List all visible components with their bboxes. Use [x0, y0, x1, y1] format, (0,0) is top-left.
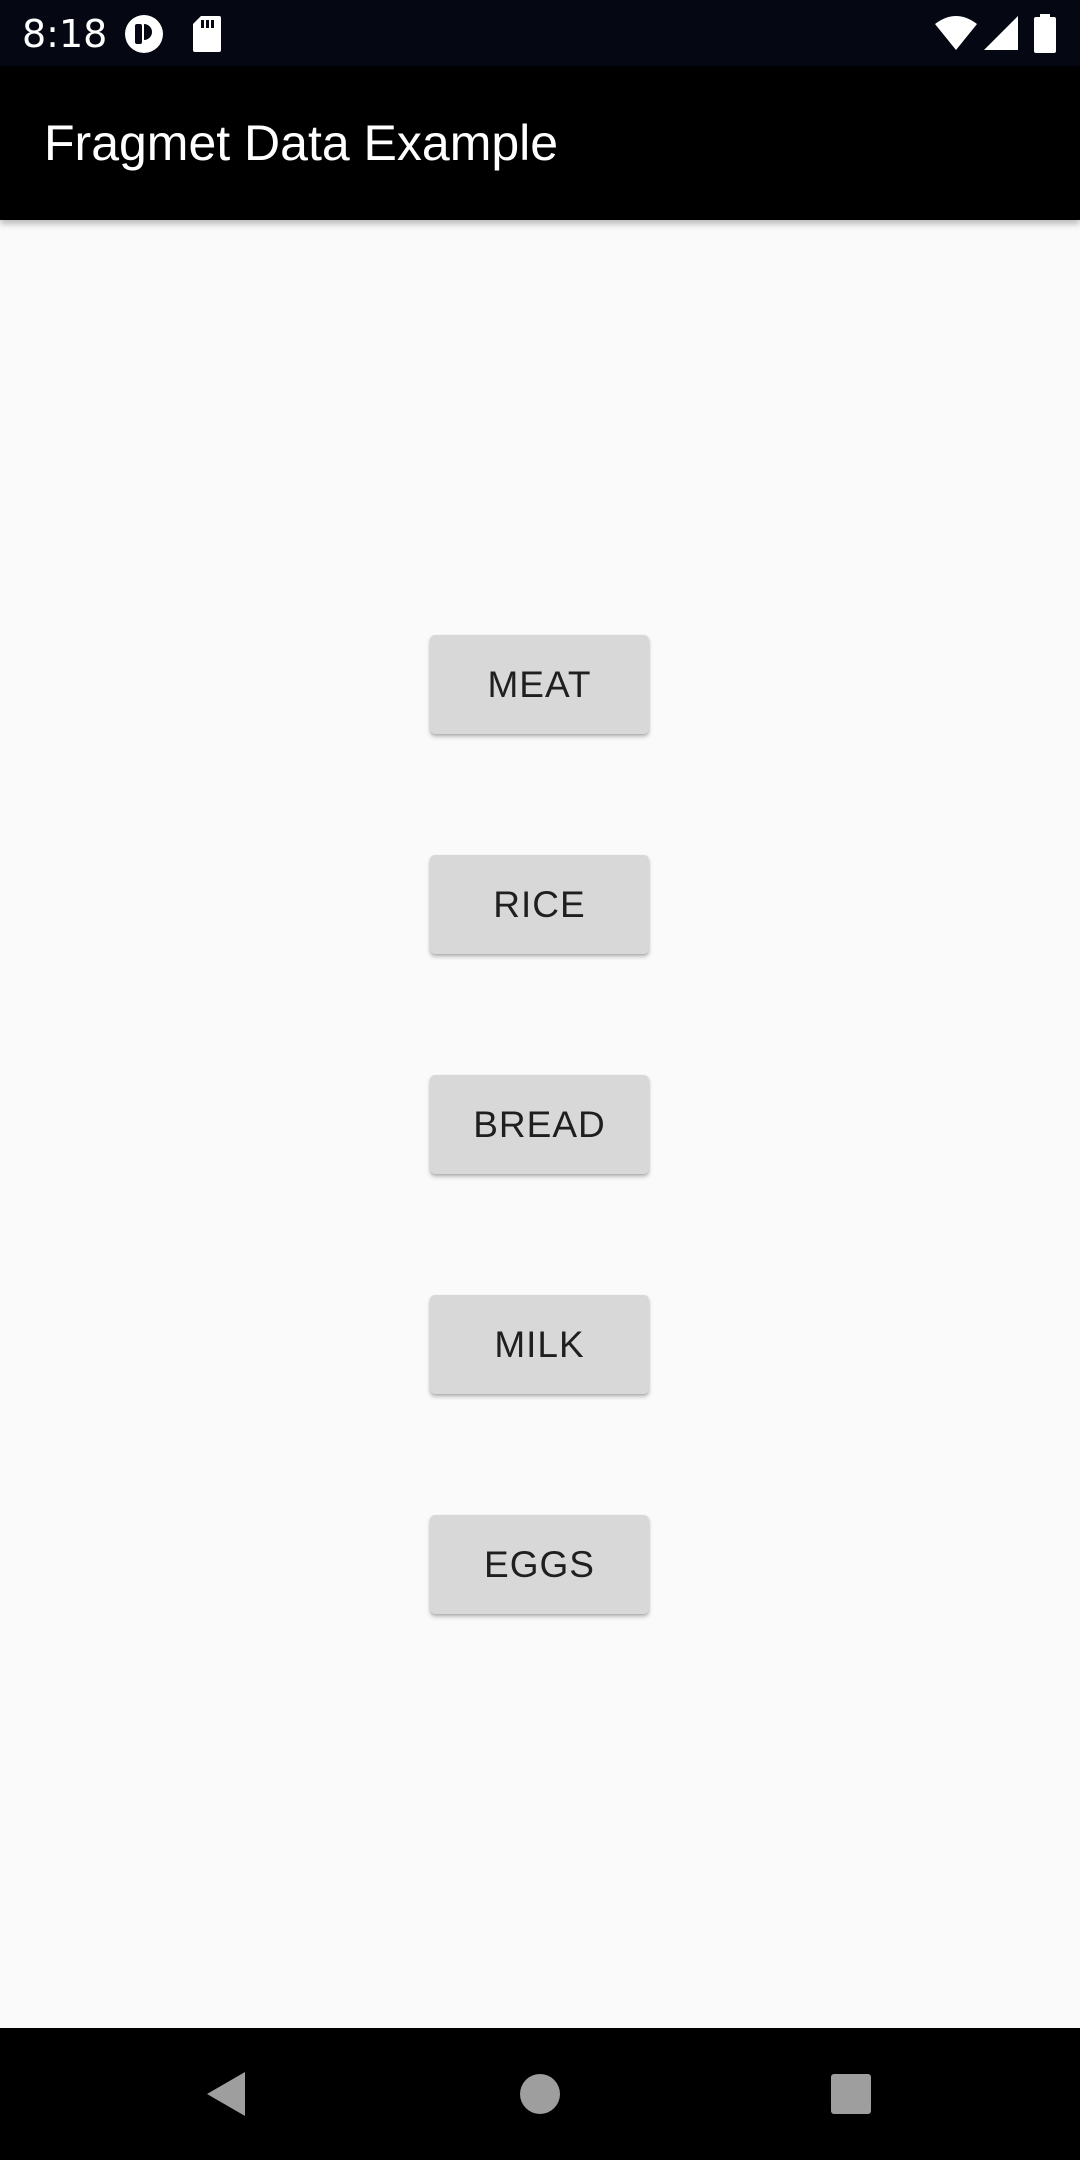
cell-signal-icon: [984, 16, 1018, 50]
eggs-button[interactable]: EGGS: [430, 1515, 649, 1614]
status-bar: 8:18: [0, 0, 1080, 66]
back-button[interactable]: [196, 2064, 256, 2124]
recents-icon: [831, 2074, 871, 2114]
sd-card-icon: [193, 16, 221, 52]
home-icon: [520, 2074, 560, 2114]
content-area: MEAT RICE BREAD MILK EGGS: [0, 220, 1080, 2028]
status-time: 8:18: [22, 12, 108, 56]
home-button[interactable]: [510, 2064, 570, 2124]
back-icon: [207, 2072, 245, 2116]
wifi-icon: [935, 16, 977, 50]
milk-button[interactable]: MILK: [430, 1295, 649, 1394]
meat-button[interactable]: MEAT: [430, 635, 649, 734]
rice-button[interactable]: RICE: [430, 855, 649, 954]
battery-icon: [1034, 14, 1056, 53]
navigation-bar: [0, 2028, 1080, 2160]
app-bar: Fragmet Data Example: [0, 66, 1080, 220]
recents-button[interactable]: [821, 2064, 881, 2124]
screen: 8:18 Fragmet Data Example MEAT RICE BREA…: [0, 0, 1080, 2160]
privacy-indicator-icon: [125, 15, 163, 53]
bread-button[interactable]: BREAD: [430, 1075, 649, 1174]
app-title: Fragmet Data Example: [44, 115, 559, 171]
